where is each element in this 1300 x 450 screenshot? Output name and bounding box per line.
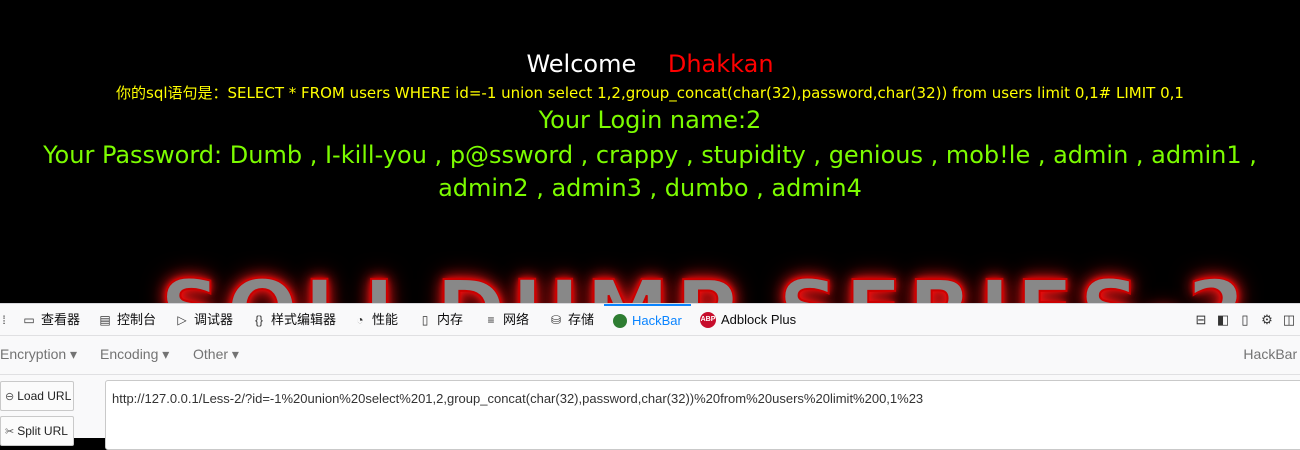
hackbar-menubar: Encryption ▾ Encoding ▾ Other ▾ HackBar … <box>0 336 1300 375</box>
tab-inspector[interactable]: ▭ 查看器 <box>22 304 80 335</box>
login-name-text: Your Login name:2 <box>538 106 762 134</box>
dropdown-arrow-icon: ▾ <box>231 346 239 362</box>
load-url-button[interactable]: ⊖ Load URL <box>0 381 74 411</box>
tab-hackbar[interactable]: HackBar <box>604 304 691 335</box>
tab-performance[interactable]: ◔ 性能 <box>353 304 398 335</box>
tab-debugger[interactable]: ▷ 调试器 <box>175 304 233 335</box>
button-label: Split URL <box>17 424 68 438</box>
banner-logo: SQLI DUMP SERIES-2 <box>159 261 1251 303</box>
dock-side-icon[interactable]: ◫ <box>1282 312 1296 328</box>
sql-query-text: 你的sql语句是：SELECT * FROM users WHERE id=-1… <box>116 84 1184 102</box>
tab-adblock-plus[interactable]: ABP Adblock Plus <box>700 304 796 335</box>
tab-style-editor[interactable]: {} 样式编辑器 <box>252 304 336 335</box>
hackbar-icon <box>613 313 627 328</box>
tab-label: 样式编辑器 <box>271 312 337 327</box>
welcome-label: Welcome <box>526 50 637 78</box>
tab-label: 内存 <box>437 312 464 327</box>
split-icon: ✂ <box>5 425 15 438</box>
password-text: Your Password: Dumb , I-kill-you , p@ssw… <box>43 141 1257 202</box>
style-editor-icon: {} <box>254 312 263 327</box>
split-url-button[interactable]: ✂ Split URL <box>0 416 74 446</box>
adblock-plus-icon: ABP <box>700 311 716 328</box>
webpage-content: Welcome Dhakkan 你的sql语句是：SELECT * FROM u… <box>0 0 1300 303</box>
split-console-icon[interactable]: ◧ <box>1216 312 1230 328</box>
console-icon: ▤ <box>99 312 111 327</box>
menu-encoding[interactable]: Encoding ▾ <box>100 346 169 363</box>
memory-icon: ▯ <box>421 312 429 327</box>
welcome-name: Dhakkan <box>667 50 774 78</box>
tab-console[interactable]: ▤ 控制台 <box>98 304 156 335</box>
tab-label: 调试器 <box>194 312 234 327</box>
tab-storage[interactable]: ⛁ 存储 <box>549 304 594 335</box>
dropdown-arrow-icon: ▾ <box>162 346 170 362</box>
network-icon: ≡ <box>487 312 495 327</box>
tab-label: HackBar <box>632 313 682 328</box>
tab-memory[interactable]: ▯ 内存 <box>418 304 463 335</box>
menu-label: Other <box>193 346 229 362</box>
menu-encryption[interactable]: Encryption ▾ <box>0 346 77 363</box>
responsive-design-icon[interactable]: ▯ <box>1238 312 1252 328</box>
overflow-tab-edge: ⁞ <box>2 312 6 327</box>
url-textarea[interactable]: http://127.0.0.1/Less-2/?id=-1%20union%2… <box>105 380 1300 450</box>
tab-label: 控制台 <box>117 312 157 327</box>
tab-label: 查看器 <box>41 312 81 327</box>
menu-label: Encoding <box>100 346 159 362</box>
toolbar-right-icons: ⊟ ◧ ▯ ⚙ ◫ <box>1194 304 1300 335</box>
dropdown-arrow-icon: ▾ <box>70 346 78 362</box>
dock-layout-icon[interactable]: ⊟ <box>1194 312 1208 328</box>
tab-label: 网络 <box>503 312 530 327</box>
welcome-line: Welcome Dhakkan <box>0 50 1300 78</box>
button-label: Load URL <box>17 389 72 403</box>
storage-icon: ⛁ <box>550 312 562 327</box>
hackbar-version-label: HackBar v <box>1243 346 1300 362</box>
devtools-panel: ⁞ ▭ 查看器 ▤ 控制台 ▷ 调试器 {} 样式编辑器 ◔ 性能 ▯ 内存 ≡ 网络 ⛁ 存储… <box>0 303 1300 450</box>
debugger-icon: ▷ <box>177 312 187 327</box>
tab-network[interactable]: ≡ 网络 <box>484 304 529 335</box>
menu-other[interactable]: Other ▾ <box>193 346 239 363</box>
tab-label: 存储 <box>568 312 595 327</box>
devtools-toolbar: ⁞ ▭ 查看器 ▤ 控制台 ▷ 调试器 {} 样式编辑器 ◔ 性能 ▯ 内存 ≡ 网络 ⛁ 存储… <box>0 304 1300 336</box>
tab-label: 性能 <box>372 312 399 327</box>
menu-label: Encryption <box>0 346 67 362</box>
settings-gear-icon[interactable]: ⚙ <box>1260 312 1274 328</box>
performance-icon: ◔ <box>356 312 364 327</box>
load-icon: ⊖ <box>5 390 15 403</box>
tab-label: Adblock Plus <box>721 312 797 327</box>
inspector-icon: ▭ <box>23 312 35 327</box>
